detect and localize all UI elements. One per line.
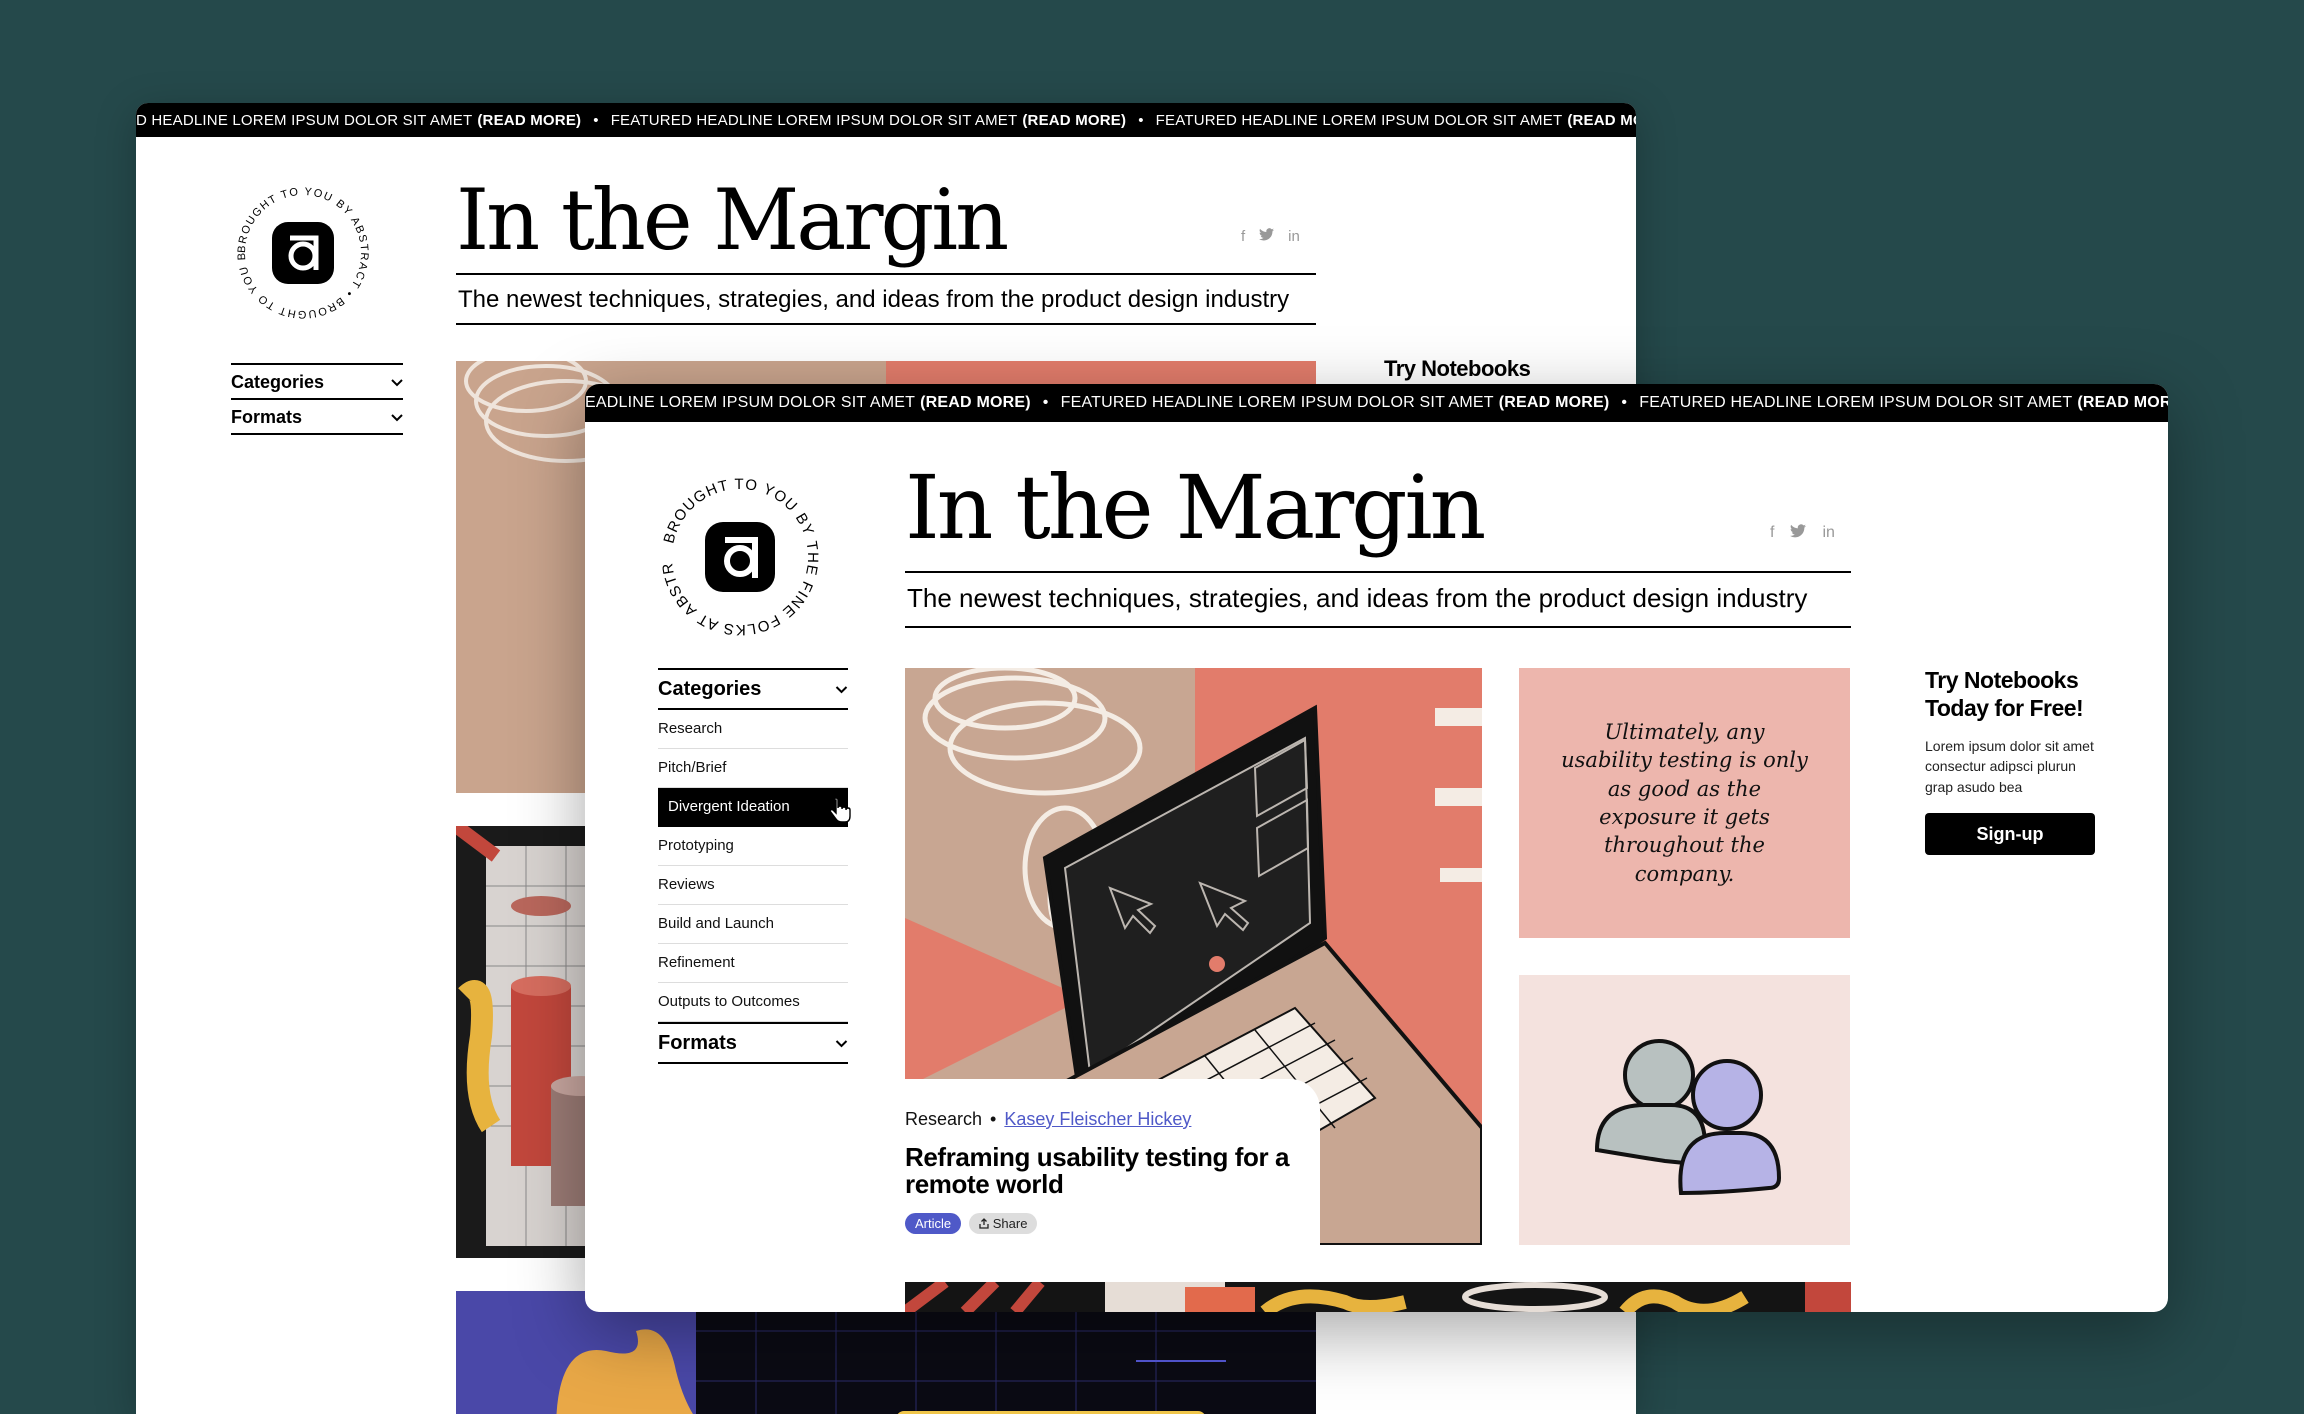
twitter-icon[interactable]	[1259, 228, 1275, 245]
linkedin-icon[interactable]: in	[1288, 228, 1300, 245]
category-item-reviews[interactable]: Reviews	[658, 866, 848, 905]
article-meta: Research • Kasey Fleischer Hickey	[905, 1109, 1320, 1130]
featured-ticker[interactable]: D HEADLINE LOREM IPSUM DOLOR SIT AMET (RE…	[136, 103, 1636, 137]
ticker-headline[interactable]: FEATURED HEADLINE LOREM IPSUM DOLOR SIT …	[1156, 112, 1636, 129]
ticker-headline[interactable]: FEATURED HEADLINE LOREM IPSUM DOLOR SIT …	[1061, 394, 1610, 412]
chevron-down-icon	[835, 685, 848, 693]
divider	[456, 273, 1316, 275]
article-headline[interactable]: Reframing usability testing for a remote…	[905, 1143, 1305, 1199]
chevron-down-icon	[391, 413, 403, 421]
read-more-link[interactable]: (READ MORE)	[920, 394, 1031, 412]
article-image-people[interactable]	[1519, 975, 1850, 1245]
format-tag[interactable]: Article	[905, 1212, 962, 1234]
category-item-build-and-launch[interactable]: Build and Launch	[658, 905, 848, 944]
chevron-down-icon	[835, 1039, 848, 1047]
ticker-separator: •	[1138, 111, 1144, 129]
social-links: f in	[1241, 228, 1300, 245]
promo-title: Try Notebooks Today for Free!	[1925, 667, 2084, 721]
chevron-down-icon	[391, 378, 403, 386]
article-author-link[interactable]: Kasey Fleischer Hickey	[1004, 1109, 1191, 1130]
signup-button[interactable]: Sign-up	[1925, 813, 2095, 856]
article-card[interactable]: Research • Kasey Fleischer Hickey Refram…	[905, 1079, 1320, 1249]
abstract-badge-logo[interactable]: BROUGHT TO YOU BY ABSTRACT • BROUGHT TO …	[228, 178, 378, 328]
ticker-headline[interactable]: FEATURED HEADLINE LOREM IPSUM DOLOR SIT …	[1639, 394, 2168, 412]
read-more-link[interactable]: (READ MORE)	[1567, 112, 1636, 129]
categories-dropdown[interactable]: Categories	[231, 363, 403, 398]
category-item-refinement[interactable]: Refinement	[658, 944, 848, 983]
abstract-badge-logo[interactable]: BROUGHT TO YOU BY THE FINE FOLKS AT ABST…	[655, 472, 825, 642]
formats-dropdown[interactable]: Formats	[658, 1022, 848, 1064]
twitter-icon[interactable]	[1790, 524, 1807, 543]
divider	[456, 323, 1316, 325]
quote-card[interactable]: Ultimately, any usability testing is onl…	[1519, 668, 1850, 938]
category-item-divergent-ideation[interactable]: Divergent Ideation	[658, 788, 848, 827]
category-item-prototyping[interactable]: Prototyping	[658, 827, 848, 866]
sidebar-nav: Categories Research Pitch/Brief Divergent …	[658, 668, 851, 1064]
quote-text: Ultimately, any usability testing is onl…	[1561, 719, 1808, 886]
meta-separator: •	[990, 1109, 997, 1129]
article-image-strip[interactable]	[905, 1282, 1851, 1312]
page-title: In the Margin	[905, 456, 1486, 559]
share-button[interactable]: Share	[969, 1212, 1038, 1234]
article-category[interactable]: Research	[905, 1109, 982, 1130]
read-more-link[interactable]: (READ MORE)	[1499, 394, 1610, 412]
category-item-outputs-to-outcomes[interactable]: Outputs to Outcomes	[658, 983, 848, 1022]
promo-title: Try Notebooks	[1384, 356, 1531, 381]
sidebar-nav: Categories Formats	[231, 363, 403, 435]
facebook-icon[interactable]: f	[1770, 524, 1774, 543]
formats-dropdown[interactable]: Formats	[231, 398, 403, 435]
ticker-separator: •	[1042, 394, 1049, 411]
page-title: In the Margin	[456, 171, 1009, 269]
divider	[905, 571, 1851, 573]
read-more-link[interactable]: (READ MORE)	[477, 112, 581, 129]
ticker-headline[interactable]: EADLINE LOREM IPSUM DOLOR SIT AMET (READ …	[585, 394, 1031, 412]
ticker-separator: •	[593, 111, 599, 129]
share-icon	[979, 1217, 989, 1229]
ticker-headline[interactable]: FEATURED HEADLINE LOREM IPSUM DOLOR SIT …	[611, 112, 1127, 129]
linkedin-icon[interactable]: in	[1822, 524, 1834, 543]
ticker-separator: •	[1621, 394, 1628, 411]
category-item-research[interactable]: Research	[658, 710, 848, 749]
browser-window-front: EADLINE LOREM IPSUM DOLOR SIT AMET (READ …	[585, 384, 2168, 1312]
read-more-link[interactable]: (READ MORE)	[2077, 394, 2168, 412]
promo-panel: Try Notebooks Today for Free! Lorem ipsu…	[1925, 667, 2105, 856]
article-tags: Article Share	[905, 1212, 1320, 1234]
read-more-link[interactable]: (READ MORE)	[1022, 112, 1126, 129]
promo-body: Lorem ipsum dolor sit amet consectur adi…	[1925, 738, 2094, 795]
divider	[905, 626, 1851, 628]
featured-ticker[interactable]: EADLINE LOREM IPSUM DOLOR SIT AMET (READ …	[585, 384, 2168, 422]
ticker-headline[interactable]: D HEADLINE LOREM IPSUM DOLOR SIT AMET (RE…	[136, 112, 581, 129]
category-list: Research Pitch/Brief Divergent Ideation Pro…	[658, 710, 848, 1022]
category-item-pitch-brief[interactable]: Pitch/Brief	[658, 749, 848, 788]
page-subtitle: The newest techniques, strategies, and i…	[907, 583, 1808, 613]
page-subtitle: The newest techniques, strategies, and i…	[458, 286, 1290, 313]
hand-cursor-icon	[830, 798, 851, 823]
social-links: f in	[1770, 524, 1835, 543]
categories-dropdown[interactable]: Categories	[658, 668, 848, 710]
facebook-icon[interactable]: f	[1241, 228, 1245, 245]
